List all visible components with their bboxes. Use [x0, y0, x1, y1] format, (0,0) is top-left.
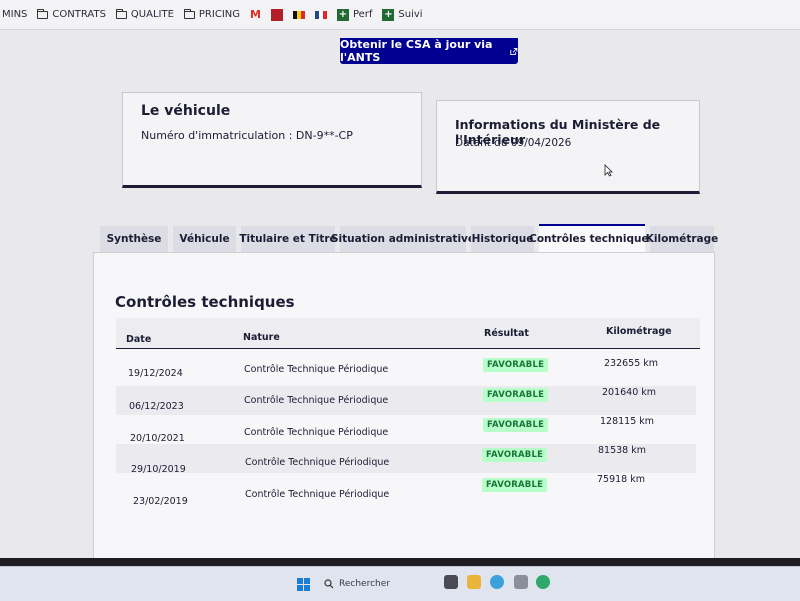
tab-label: Historique: [471, 233, 534, 245]
row-nature: Contrôle Technique Périodique: [244, 395, 389, 406]
panel-title: Contrôles techniques: [115, 293, 295, 311]
tab-situation-administrative[interactable]: Situation administrative: [331, 226, 475, 252]
bookmark-contrats[interactable]: CONTRATS: [37, 8, 106, 20]
row-nature: Contrôle Technique Périodique: [244, 427, 389, 438]
folder-icon: [183, 8, 195, 19]
row-km: 75918 km: [597, 474, 645, 485]
row-date: 06/12/2023: [129, 401, 184, 412]
row-nature: Contrôle Technique Périodique: [245, 457, 390, 468]
file-explorer-icon[interactable]: [467, 575, 481, 589]
row-date: 23/02/2019: [133, 496, 188, 507]
bookmarks-bar: MINS CONTRATS QUALITE PRICING M + Perf +…: [0, 0, 800, 30]
column-header-kilometrage: Kilométrage: [606, 326, 672, 337]
plus-icon: +: [336, 8, 349, 21]
tab-vehicule[interactable]: Véhicule: [173, 226, 236, 252]
tab-label: Titulaire et Titre: [239, 233, 337, 245]
tab-label: Kilométrage: [645, 233, 719, 245]
table-row: 20/10/2021 Contrôle Technique Périodique…: [116, 415, 696, 444]
table-row: 06/12/2023 Contrôle Technique Périodique…: [116, 386, 696, 415]
bookmark-label: QUALITE: [130, 9, 174, 20]
tab-kilometrage[interactable]: Kilométrage: [646, 226, 718, 252]
row-nature: Contrôle Technique Périodique: [244, 364, 389, 375]
row-km: 232655 km: [604, 358, 659, 369]
tab-historique[interactable]: Historique: [471, 226, 534, 252]
result-badge: FAVORABLE: [483, 388, 549, 402]
france-flag-icon[interactable]: [314, 10, 327, 19]
folder-icon: [37, 8, 49, 19]
gmail-icon[interactable]: M: [250, 8, 261, 21]
table-row: 23/02/2019 Contrôle Technique Périodique…: [116, 473, 696, 507]
task-view-icon[interactable]: [444, 575, 458, 589]
result-badge: FAVORABLE: [482, 478, 548, 492]
bookmark-label: Perf: [352, 9, 373, 20]
red-square-icon[interactable]: [270, 8, 283, 21]
bookmark-suivi[interactable]: + Suivi: [382, 8, 423, 21]
belgium-flag-icon[interactable]: [292, 10, 305, 19]
table-row: 29/10/2019 Contrôle Technique Périodique…: [116, 444, 696, 475]
bookmark-perf[interactable]: + Perf: [336, 8, 373, 21]
app-icon[interactable]: [514, 575, 528, 589]
bookmark-pricing[interactable]: PRICING: [183, 8, 240, 20]
taskbar: Rechercher: [0, 566, 800, 601]
tab-titulaire[interactable]: Titulaire et Titre: [239, 226, 337, 252]
tab-label: Situation administrative: [330, 233, 476, 245]
row-km: 81538 km: [598, 445, 646, 456]
bookmark-label: MINS: [2, 9, 28, 20]
column-header-resultat: Résultat: [484, 328, 529, 339]
column-header-nature: Nature: [243, 332, 280, 343]
chrome-profile-icon[interactable]: [536, 575, 550, 589]
row-date: 19/12/2024: [128, 368, 183, 379]
column-header-date: Date: [126, 334, 152, 345]
plate-number: Numéro d'immatriculation : DN-9**-CP: [141, 129, 353, 142]
ministry-card: Informations du Ministère de l'Intérieur…: [436, 100, 700, 194]
search-icon: [324, 579, 334, 589]
bookmark-label: CONTRATS: [52, 9, 106, 20]
vehicle-card: Le véhicule Numéro d'immatriculation : D…: [122, 92, 422, 188]
row-km: 128115 km: [600, 416, 655, 427]
row-km: 201640 km: [602, 387, 657, 398]
bookmark-label: Suivi: [398, 9, 423, 20]
tab-synthese[interactable]: Synthèse: [100, 226, 168, 252]
tab-label: Synthèse: [106, 233, 162, 245]
result-badge: FAVORABLE: [483, 358, 549, 372]
table-row: 19/12/2024 Contrôle Technique Périodique…: [116, 357, 696, 386]
taskbar-search[interactable]: Rechercher: [324, 574, 428, 594]
external-link-icon: [510, 47, 518, 55]
windows-start-icon[interactable]: [297, 578, 310, 591]
bookmark-qualite[interactable]: QUALITE: [115, 8, 174, 20]
row-date: 20/10/2021: [130, 433, 185, 444]
row-nature: Contrôle Technique Périodique: [245, 489, 390, 500]
vehicle-card-title: Le véhicule: [141, 103, 231, 119]
ants-csa-button[interactable]: Obtenir le CSA à jour via l'ANTS: [340, 38, 518, 64]
mouse-cursor-icon: [604, 164, 613, 177]
table-header: Date Nature Résultat Kilométrage: [116, 318, 700, 349]
ants-button-label: Obtenir le CSA à jour via l'ANTS: [340, 38, 493, 64]
result-badge: FAVORABLE: [483, 418, 549, 432]
folder-icon: [115, 8, 127, 19]
ministry-date: Datant du 09/04/2026: [455, 137, 572, 149]
result-badge: FAVORABLE: [482, 448, 548, 462]
tab-label: Contrôles techniques: [529, 233, 655, 245]
search-placeholder: Rechercher: [339, 579, 390, 589]
tab-controles-techniques[interactable]: Contrôles techniques: [529, 224, 655, 252]
tab-label: Véhicule: [179, 233, 230, 245]
plus-icon: +: [382, 8, 395, 21]
chrome-icon[interactable]: [490, 575, 504, 589]
bookmark-mins[interactable]: MINS: [2, 9, 27, 20]
bookmark-label: PRICING: [198, 9, 240, 20]
